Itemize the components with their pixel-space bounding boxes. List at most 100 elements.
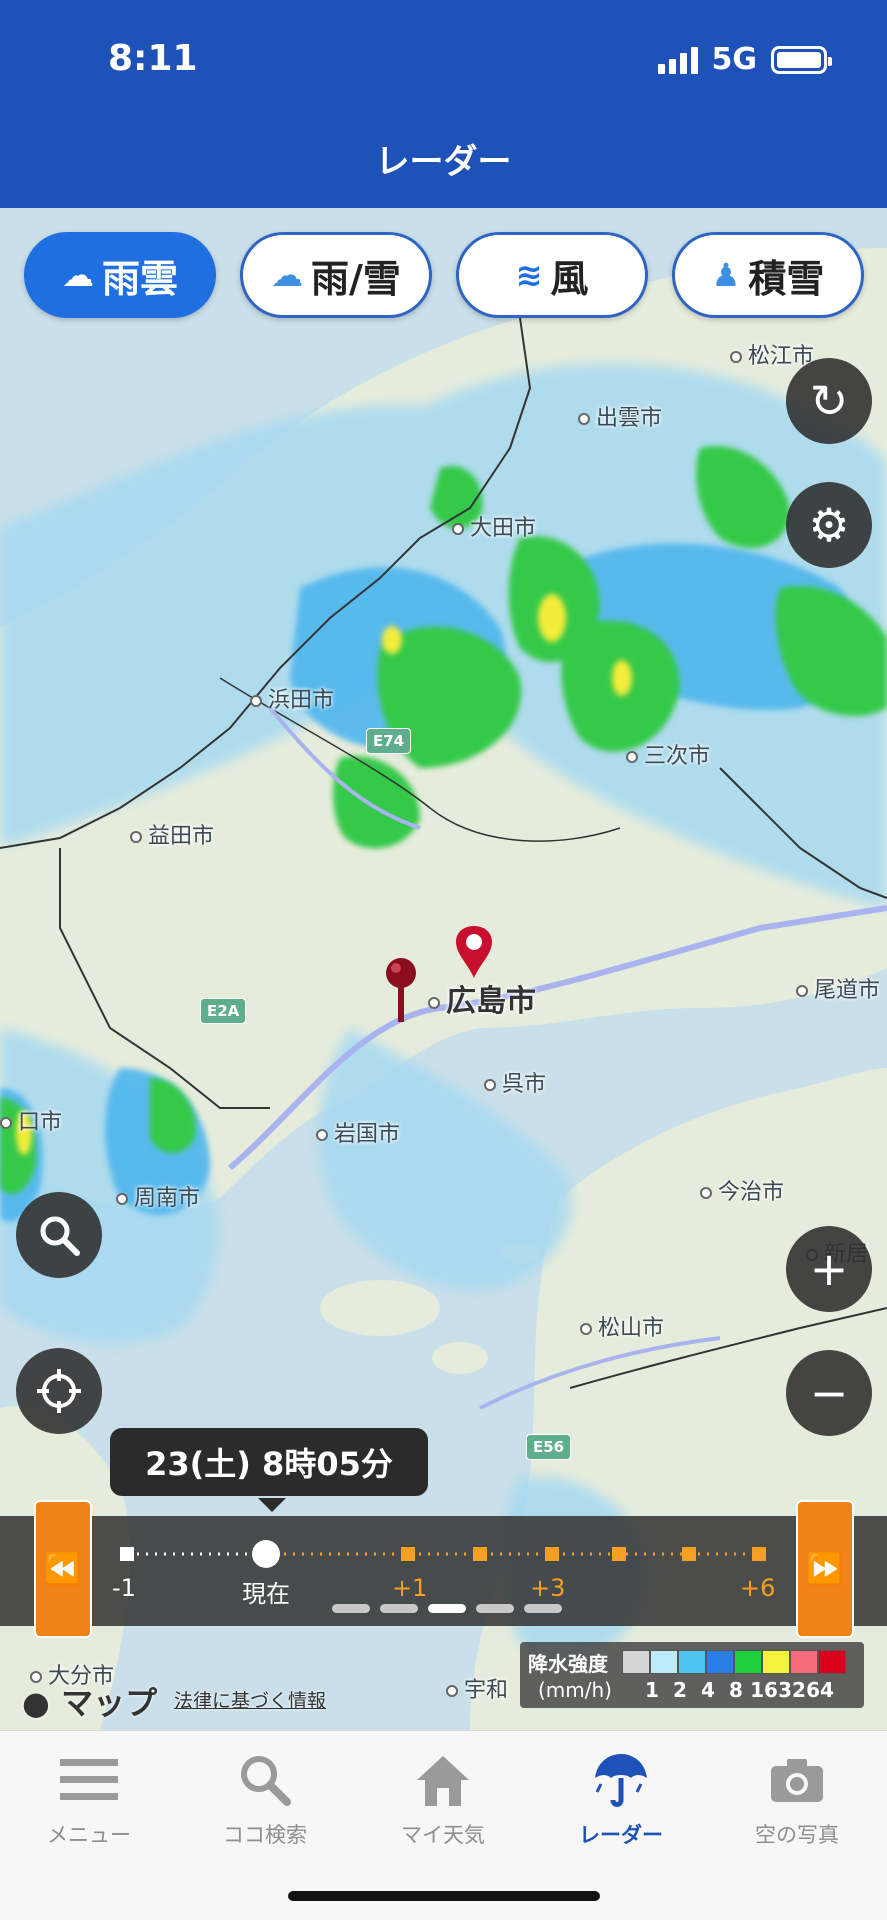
city-label: 出雲市: [578, 400, 662, 432]
battery-icon: [771, 45, 832, 74]
timeline-label-now: 現在: [242, 1580, 290, 1608]
settings-button[interactable]: ⚙: [786, 482, 872, 568]
legend-value: 16: [750, 1678, 778, 1702]
rewind-icon: ⏪: [44, 1551, 82, 1587]
page-title: レーダー: [375, 142, 512, 182]
radar-map[interactable]: 松江市 出雲市 大田市 浜田市 三次市 益田市 広島市 尾道市 呉市 岩国市 周…: [0, 208, 887, 1730]
city-label: 今治市: [700, 1174, 784, 1206]
road-badge: E56: [526, 1434, 572, 1460]
locate-me-button[interactable]: [16, 1348, 102, 1434]
network-type: 5G: [711, 42, 758, 77]
timeline-forward-button[interactable]: ⏩: [796, 1500, 854, 1638]
legend-value: 32: [778, 1678, 806, 1702]
road-badge: E2A: [200, 998, 247, 1024]
city-label: 尾道市: [796, 972, 880, 1004]
city-label-hiroshima: 広島市: [428, 976, 536, 1020]
refresh-button[interactable]: ↻: [786, 358, 872, 444]
legend-title: 降水強度: [528, 1652, 608, 1676]
plus-icon: +: [809, 1242, 849, 1296]
search-icon: [190, 1749, 340, 1811]
layer-rain-cloud-button[interactable]: ☁ 雨雲: [24, 232, 216, 318]
map-attribution: ● マップ: [22, 1684, 158, 1722]
legend-color-cell: [622, 1650, 650, 1674]
legend-color-cell: [790, 1650, 818, 1674]
tab-menu[interactable]: メニュー: [14, 1749, 164, 1849]
minus-icon: −: [809, 1366, 849, 1420]
city-label: 松江市: [730, 338, 814, 370]
page-dot[interactable]: [476, 1604, 514, 1613]
apple-logo-icon: ●: [22, 1684, 50, 1722]
snow-depth-icon: ♟: [711, 256, 741, 294]
legend-unit: (mm/h): [538, 1678, 612, 1702]
precipitation-legend: 降水強度 (mm/h) 1 2 4 8 16 32 64: [520, 1642, 864, 1708]
city-label: 益田市: [130, 818, 214, 850]
timeline-label-minus1: -1: [112, 1574, 136, 1602]
search-map-button[interactable]: [16, 1192, 102, 1278]
app-header: 8:11 5G レーダー: [0, 0, 887, 208]
legend-color-cell: [650, 1650, 678, 1674]
legend-value: 1: [645, 1678, 659, 1702]
home-indicator: [288, 1891, 600, 1901]
current-time-bubble: 23(土) 8時05分: [110, 1428, 428, 1512]
timeline-label-plus6: +6: [740, 1574, 776, 1602]
page-dot[interactable]: [380, 1604, 418, 1613]
timeline-label-plus1: +1: [392, 1574, 428, 1602]
city-label: 三次市: [626, 738, 710, 770]
tab-radar[interactable]: レーダー: [546, 1749, 696, 1849]
zoom-in-button[interactable]: +: [786, 1226, 872, 1312]
city-label: 口市: [0, 1104, 62, 1136]
city-label: 周南市: [116, 1180, 200, 1212]
fast-forward-icon: ⏩: [806, 1551, 844, 1587]
city-label: 宇和: [446, 1672, 508, 1704]
search-icon: [40, 1216, 80, 1256]
legend-value: 8: [729, 1678, 743, 1702]
umbrella-icon: [546, 1749, 696, 1811]
legal-info-link[interactable]: 法律に基づく情報: [174, 1686, 326, 1713]
refresh-icon: ↻: [809, 374, 849, 428]
status-time: 8:11: [108, 38, 198, 79]
signal-icon: [657, 46, 698, 74]
gear-icon: ⚙: [808, 498, 850, 552]
city-label: 松山市: [580, 1310, 664, 1342]
page-dot-active[interactable]: [428, 1604, 466, 1613]
tab-bar: メニュー ココ検索 マイ天気 レーダー 空の写真: [0, 1730, 887, 1920]
camera-icon: [722, 1749, 872, 1811]
legend-color-cell: [734, 1650, 762, 1674]
layer-snow-depth-button[interactable]: ♟ 積雪: [672, 232, 864, 318]
legend-color-cell: [762, 1650, 790, 1674]
road-badge: E74: [366, 728, 412, 754]
legend-color-cell: [678, 1650, 706, 1674]
legend-value: 2: [673, 1678, 687, 1702]
saved-location-pin[interactable]: [384, 956, 418, 1024]
city-label: 岩国市: [316, 1116, 400, 1148]
layer-rain-snow-button[interactable]: ☁ 雨/雪: [240, 232, 432, 318]
legend-color-cell: [818, 1650, 846, 1674]
zoom-out-button[interactable]: −: [786, 1350, 872, 1436]
page-dot[interactable]: [524, 1604, 562, 1613]
rain-cloud-icon: ☁: [61, 256, 94, 294]
legend-color-scale: [622, 1650, 846, 1674]
tab-sky-photos[interactable]: 空の写真: [722, 1749, 872, 1849]
rain-snow-icon: ☁: [271, 256, 304, 294]
city-label: 呉市: [484, 1066, 546, 1098]
menu-icon: [14, 1749, 164, 1811]
timeline-label-plus3: +3: [530, 1574, 566, 1602]
timeline-page-indicator[interactable]: [332, 1604, 562, 1613]
tab-my-weather[interactable]: マイ天気: [368, 1749, 518, 1849]
crosshair-icon: [37, 1369, 81, 1413]
page-dot[interactable]: [332, 1604, 370, 1613]
home-icon: [368, 1749, 518, 1811]
wind-icon: ≋: [515, 256, 543, 294]
layer-wind-button[interactable]: ≋ 風: [456, 232, 648, 318]
legend-value: 64: [806, 1678, 834, 1702]
map-base-layer: [0, 208, 887, 1730]
city-label: 浜田市: [250, 682, 334, 714]
city-label: 大田市: [452, 510, 536, 542]
status-indicators: 5G: [657, 42, 832, 77]
current-location-pin[interactable]: [454, 924, 494, 980]
legend-value: 4: [701, 1678, 715, 1702]
timeline-rewind-button[interactable]: ⏪: [34, 1500, 92, 1638]
legend-values: 1 2 4 8 16 32 64: [638, 1678, 834, 1702]
tab-search[interactable]: ココ検索: [190, 1749, 340, 1849]
legend-color-cell: [706, 1650, 734, 1674]
